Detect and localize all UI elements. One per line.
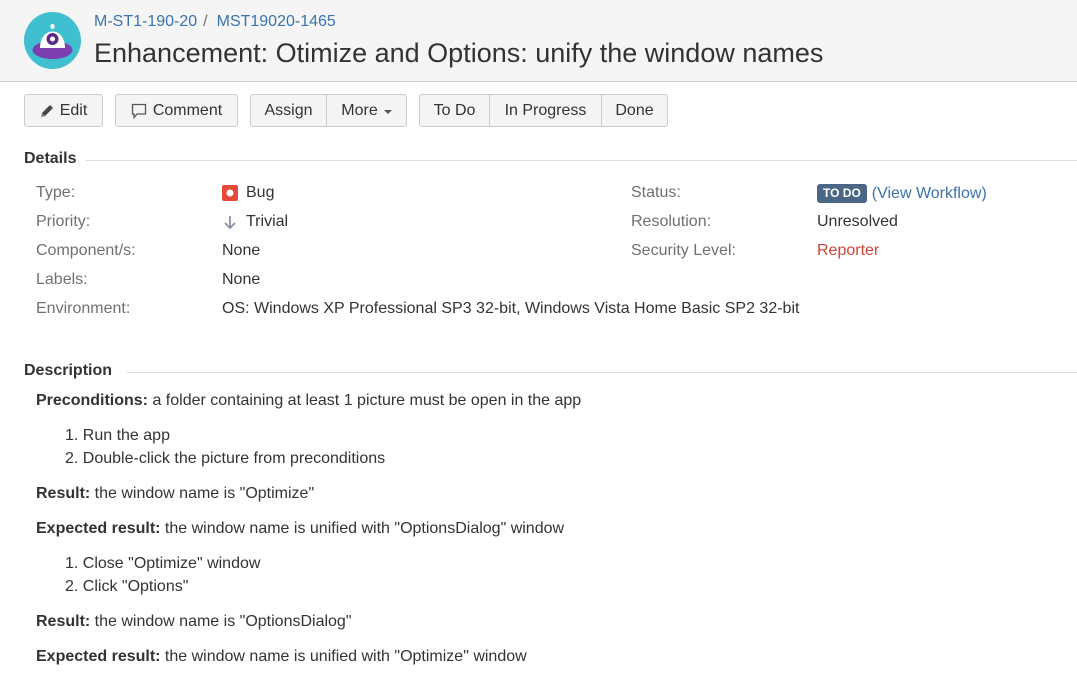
view-workflow-link[interactable]: View Workflow [877, 185, 981, 203]
in-progress-transition-button[interactable]: In Progress [490, 94, 602, 127]
preconditions-label: Preconditions: [36, 392, 149, 409]
security-level-value: Reporter [817, 242, 880, 259]
expected-result-paragraph-1: Expected result: the window name is unif… [36, 520, 564, 538]
result-text: the window name is "Optimize" [90, 485, 315, 502]
type-value: Bug [222, 184, 274, 202]
environment-value: OS: Windows XP Professional SP3 32-bit, … [222, 300, 800, 317]
list-item: 2. Double-click the picture from precond… [65, 450, 386, 467]
list-item: 1. Close "Optimize" window [65, 555, 261, 572]
done-transition-button[interactable]: Done [602, 94, 668, 127]
expected-result-text: the window name is unified with "Options… [160, 520, 565, 537]
bug-icon [222, 185, 238, 201]
result-paragraph-2: Result: the window name is "OptionsDialo… [36, 613, 352, 631]
environment-label: Environment: [36, 300, 131, 317]
edit-button[interactable]: Edit [24, 94, 103, 127]
preconditions-paragraph: Preconditions: a folder containing at le… [36, 392, 581, 410]
status-value: TO DO(View Workflow) [817, 184, 987, 203]
expected-result-paragraph-2: Expected result: the window name is unif… [36, 648, 527, 666]
details-heading[interactable]: Details [24, 150, 76, 168]
result-text: the window name is "OptionsDialog" [90, 613, 352, 630]
list-item: 1. Run the app [65, 427, 170, 444]
priority-label: Priority: [36, 213, 91, 230]
more-button-label: More [341, 101, 378, 119]
description-divider [126, 372, 1077, 373]
project-avatar-icon[interactable] [24, 12, 81, 69]
breadcrumb-separator: / [203, 13, 208, 30]
comment-button-label: Comment [152, 101, 223, 119]
arrow-down-icon [224, 216, 236, 230]
priority-value: Trivial [222, 213, 288, 231]
done-button-label: Done [615, 101, 654, 119]
expected-result-label: Expected result: [36, 648, 161, 665]
breadcrumb-issue-key-link[interactable]: MST19020-1465 [217, 13, 336, 30]
view-workflow-close-paren: ) [981, 184, 987, 202]
breadcrumb-project-link[interactable]: M-ST1-190-20 [94, 13, 197, 30]
list-item: 2. Click "Options" [65, 578, 189, 595]
expected-result-label: Expected result: [36, 520, 161, 537]
in-progress-button-label: In Progress [504, 101, 587, 119]
todo-button-label: To Do [433, 101, 476, 119]
components-label: Component/s: [36, 242, 136, 259]
speech-bubble-icon [131, 103, 146, 119]
result-label: Result: [36, 485, 91, 502]
security-level-label: Security Level: [631, 242, 736, 259]
resolution-value: Unresolved [817, 213, 898, 230]
edit-button-label: Edit [59, 101, 88, 119]
issue-header: M-ST1-190-20 / MST19020-1465 Enhancement: … [0, 0, 1077, 82]
resolution-label: Resolution: [631, 213, 712, 230]
description-heading[interactable]: Description [24, 362, 112, 380]
details-divider [85, 160, 1077, 161]
status-badge: TO DO [817, 184, 867, 203]
labels-label: Labels: [36, 271, 88, 288]
priority-value-text: Trivial [246, 213, 289, 230]
result-paragraph-1: Result: the window name is "Optimize" [36, 485, 314, 503]
preconditions-text: a folder containing at least 1 picture m… [148, 392, 582, 409]
more-button[interactable]: More [327, 94, 407, 127]
type-label: Type: [36, 184, 76, 201]
expected-result-text: the window name is unified with "Optimiz… [160, 648, 527, 665]
assign-button-label: Assign [264, 101, 313, 119]
breadcrumb: M-ST1-190-20 / MST19020-1465 [94, 13, 336, 31]
todo-transition-button[interactable]: To Do [419, 94, 490, 127]
chevron-down-icon [383, 109, 392, 114]
status-label: Status: [631, 184, 681, 201]
labels-value: None [222, 271, 261, 288]
result-label: Result: [36, 613, 91, 630]
comment-button[interactable]: Comment [115, 94, 238, 127]
components-value: None [222, 242, 261, 259]
assign-button[interactable]: Assign [250, 94, 327, 127]
issue-title: Enhancement: Otimize and Options: unify … [94, 38, 824, 68]
pencil-icon [40, 104, 53, 117]
type-value-text: Bug [246, 184, 275, 201]
